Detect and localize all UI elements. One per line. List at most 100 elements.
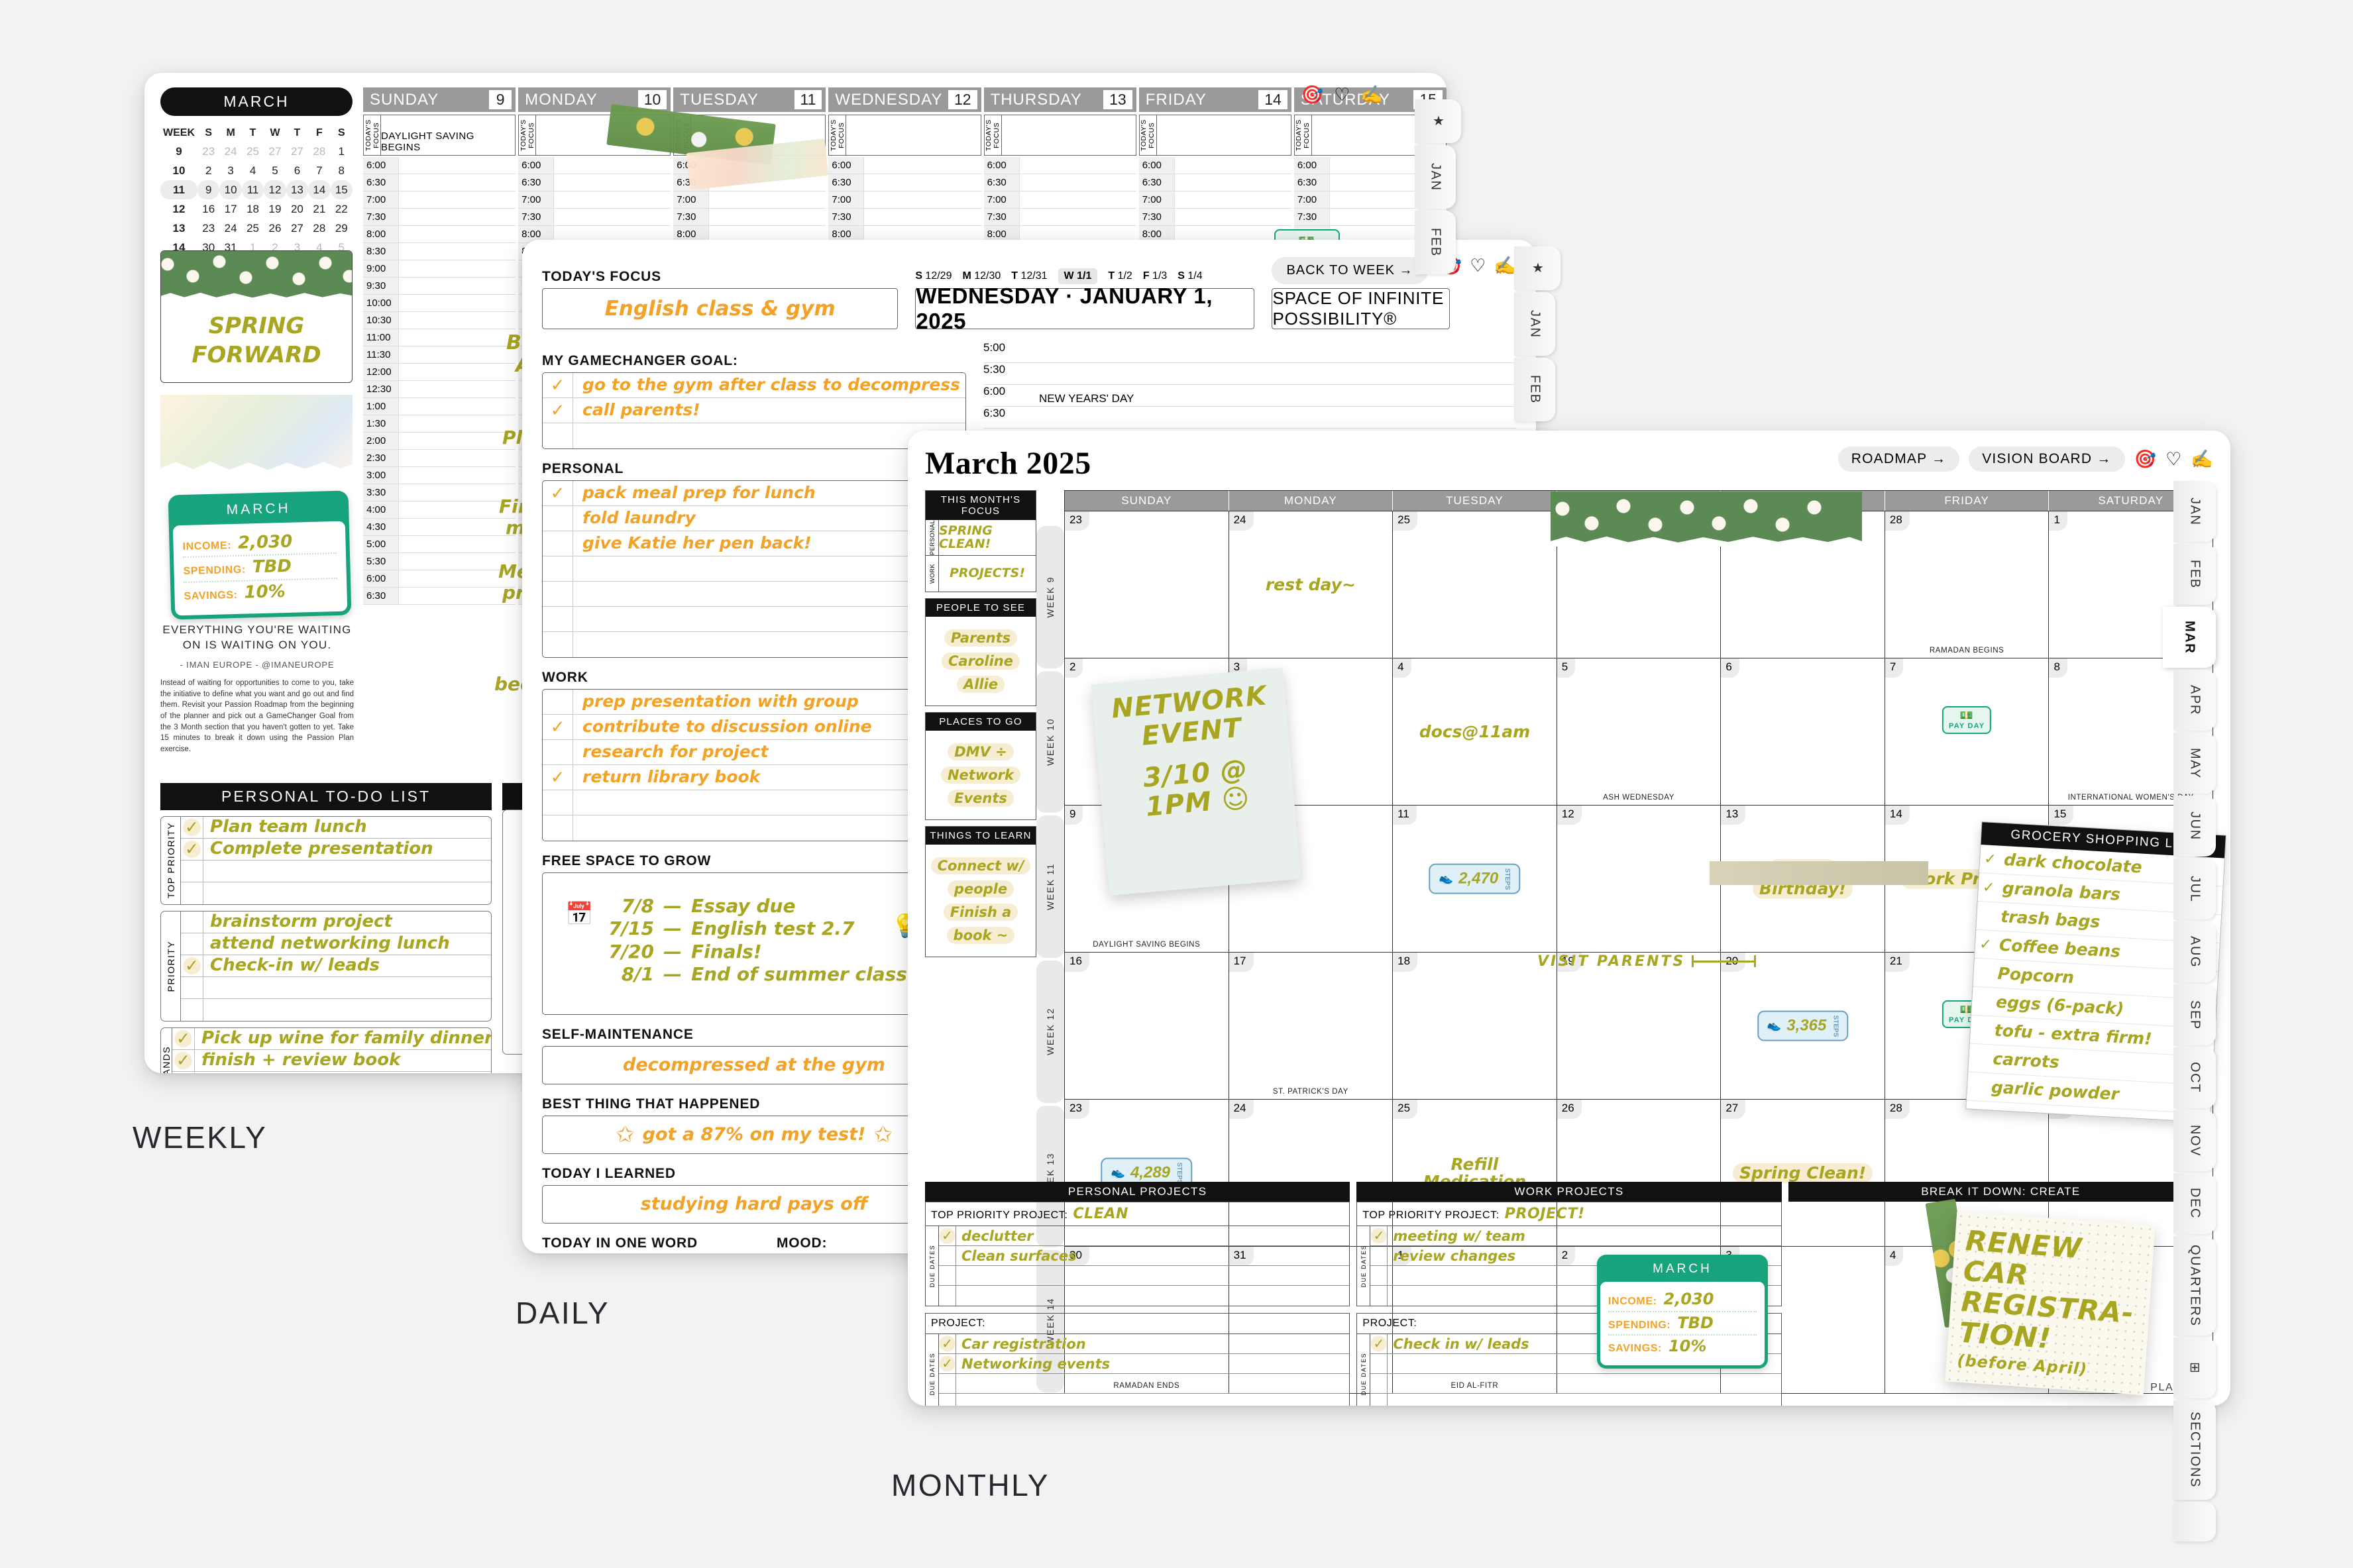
todo-checkbox[interactable] — [181, 999, 203, 1021]
calendar-day-cell[interactable]: 24 rest day~ — [1229, 511, 1394, 658]
daily-tab-rail[interactable]: ★ JAN FEB — [1514, 246, 1560, 423]
heart-icon[interactable]: ♡ — [1334, 86, 1350, 104]
checklist-checkbox[interactable] — [543, 607, 573, 631]
checklist-checkbox[interactable] — [543, 582, 573, 606]
rail-tab-OCT[interactable]: OCT — [2173, 1047, 2216, 1108]
time-slot[interactable]: 12:00 — [363, 364, 516, 381]
project-checkbox[interactable] — [939, 1394, 956, 1406]
mini-day-cell[interactable]: 27 — [286, 219, 308, 238]
mini-day-cell[interactable]: 23 — [197, 142, 219, 161]
checklist-row[interactable] — [543, 423, 965, 448]
project-row[interactable]: ✓ meeting w/ team — [1370, 1226, 1781, 1247]
mini-day-cell[interactable]: 5 — [264, 161, 286, 180]
grocery-checkbox[interactable] — [1973, 1058, 1993, 1059]
time-slot[interactable]: 5:30 — [363, 553, 516, 570]
checklist-checkbox[interactable]: ✓ — [543, 765, 573, 790]
mini-day-cell[interactable]: 11 — [241, 180, 264, 199]
checklist-row[interactable]: ✓ call parents! — [543, 398, 965, 423]
checklist-checkbox[interactable]: ✓ — [543, 715, 573, 739]
calendar-day-cell[interactable]: 16 — [1065, 953, 1229, 1099]
mini-day-cell[interactable]: 21 — [308, 199, 330, 219]
rail-tab-feb-weekly[interactable]: FEB — [1415, 211, 1456, 274]
rail-tab-DEC[interactable]: DEC — [2173, 1173, 2216, 1234]
todo-row[interactable]: ✓ Pick up wine for family dinner — [172, 1028, 491, 1050]
project-row[interactable]: ✓ Networking events — [939, 1354, 1350, 1375]
todo-checkbox[interactable]: ✓ — [181, 839, 203, 860]
side-box[interactable]: PEOPLE TO SEE Parents Caroline Allie — [925, 598, 1036, 707]
grocery-checkbox[interactable]: ✓ — [1982, 878, 2002, 897]
daily-day-strip[interactable]: S 12/29 M 12/30 T 12/31 W 1/1 T 1/2 F 1/3 S 1/… — [915, 268, 1254, 284]
project-checkbox[interactable]: ✓ — [939, 1354, 956, 1374]
grocery-checkbox[interactable] — [1976, 1001, 1996, 1002]
project-checkbox[interactable] — [939, 1374, 956, 1394]
project-checkbox[interactable]: ✓ — [1370, 1334, 1388, 1354]
time-slot[interactable]: 9:00 — [363, 260, 516, 278]
timeline-slot[interactable]: 5:30 — [983, 363, 1516, 385]
rail-tab-MAY[interactable]: MAY — [2173, 733, 2216, 794]
rail-tab-QUARTERS[interactable]: QUARTERS — [2173, 1236, 2216, 1335]
time-slot[interactable]: 7:30 — [363, 209, 516, 226]
mini-day-cell[interactable]: 13 — [286, 180, 309, 199]
calendar-day-cell[interactable]: 17 ST. PATRICK'S DAY — [1229, 953, 1394, 1099]
mini-day-cell[interactable]: 4 — [242, 161, 264, 180]
grocery-checkbox[interactable]: ✓ — [1979, 935, 1999, 954]
time-slot[interactable]: 7:00 — [363, 191, 516, 209]
todo-checkbox[interactable]: ✓ — [172, 1050, 195, 1071]
time-slot[interactable]: 11:30 — [363, 346, 516, 364]
rail-tab-star-weekly[interactable]: ★ — [1415, 99, 1461, 143]
checklist-checkbox[interactable] — [543, 531, 573, 556]
time-slot[interactable]: 2:00 — [363, 433, 516, 450]
calendar-day-cell[interactable]: 19 — [1557, 953, 1722, 1099]
time-slot[interactable]: 10:30 — [363, 312, 516, 329]
todo-checkbox[interactable] — [181, 861, 203, 882]
side-box[interactable]: PLACES TO GO DMV ÷ Network Events — [925, 712, 1036, 821]
todo-row[interactable]: brainstorm project — [181, 912, 491, 933]
time-slot[interactable]: 6:00 — [828, 157, 981, 174]
rail-tab-FEB[interactable]: FEB — [2173, 544, 2216, 605]
roadmap-button[interactable]: ROADMAP → — [1837, 446, 1960, 472]
calendar-day-cell[interactable]: 11 👟 2,470 STEPS — [1393, 806, 1557, 952]
mini-day-cell[interactable]: 1 — [331, 142, 353, 161]
checklist-row[interactable]: ✓ pack meal prep for lunch — [543, 481, 965, 506]
project-top-row[interactable]: PROJECT: — [926, 1314, 1350, 1335]
todo-checkbox[interactable] — [181, 912, 203, 933]
calendar-day-cell[interactable]: 25 — [1393, 511, 1557, 658]
time-slot[interactable]: 6:30 — [983, 174, 1136, 191]
checklist-checkbox[interactable] — [543, 423, 573, 448]
project-checkbox[interactable] — [1370, 1286, 1388, 1306]
mini-day-cell[interactable]: 17 — [219, 199, 241, 219]
timeline-slot[interactable]: 5:00 — [983, 341, 1516, 363]
checklist-row[interactable]: prep presentation with group — [543, 690, 965, 715]
todo-row[interactable]: ✓ finish + review book — [172, 1050, 491, 1072]
calendar-day-cell[interactable]: 4 docs@11am — [1393, 658, 1557, 805]
checklist-row[interactable]: ✓ return library book — [543, 765, 965, 790]
project-row[interactable] — [1370, 1394, 1780, 1406]
todo-checkbox[interactable] — [181, 977, 203, 998]
day-strip-item[interactable]: S 1/4 — [1177, 270, 1202, 282]
rail-tab-JAN[interactable]: JAN — [2173, 481, 2216, 542]
todo-row[interactable] — [181, 977, 491, 999]
project-checkbox[interactable] — [1370, 1374, 1388, 1394]
checklist-row[interactable]: ✓ go to the gym after class to decompres… — [543, 373, 965, 398]
todo-row[interactable] — [181, 861, 491, 882]
grocery-checkbox[interactable]: ✓ — [1984, 850, 2004, 868]
time-slot[interactable]: 7:30 — [983, 209, 1136, 226]
personal-box[interactable]: ✓ pack meal prep for lunch fold laundry … — [542, 480, 966, 658]
mini-day-cell[interactable]: 19 — [264, 199, 286, 219]
todo-checkbox[interactable] — [181, 882, 203, 904]
rail-tab-jan-daily[interactable]: JAN — [1514, 292, 1555, 356]
day-strip-item[interactable]: T 1/2 — [1108, 270, 1132, 282]
rail-tab-feb-daily[interactable]: FEB — [1514, 358, 1555, 421]
day-strip-item[interactable]: W 1/1 — [1058, 268, 1098, 284]
checklist-row[interactable] — [543, 582, 965, 607]
mini-day-cell[interactable]: 27 — [264, 142, 286, 161]
project-row[interactable] — [939, 1286, 1349, 1306]
time-slot[interactable]: 7:00 — [673, 191, 826, 209]
time-slot[interactable]: 7:30 — [1138, 209, 1291, 226]
mini-day-cell[interactable]: 6 — [286, 161, 308, 180]
heart-icon[interactable]: ♡ — [1470, 257, 1486, 284]
time-slot[interactable]: 7:30 — [673, 209, 826, 226]
mini-day-cell[interactable]: 8 — [331, 161, 353, 180]
time-slot[interactable]: 7:00 — [1138, 191, 1291, 209]
free-space-box[interactable]: 📅 💡 7/8 — Essay due 7/15 — English test … — [542, 872, 966, 1015]
